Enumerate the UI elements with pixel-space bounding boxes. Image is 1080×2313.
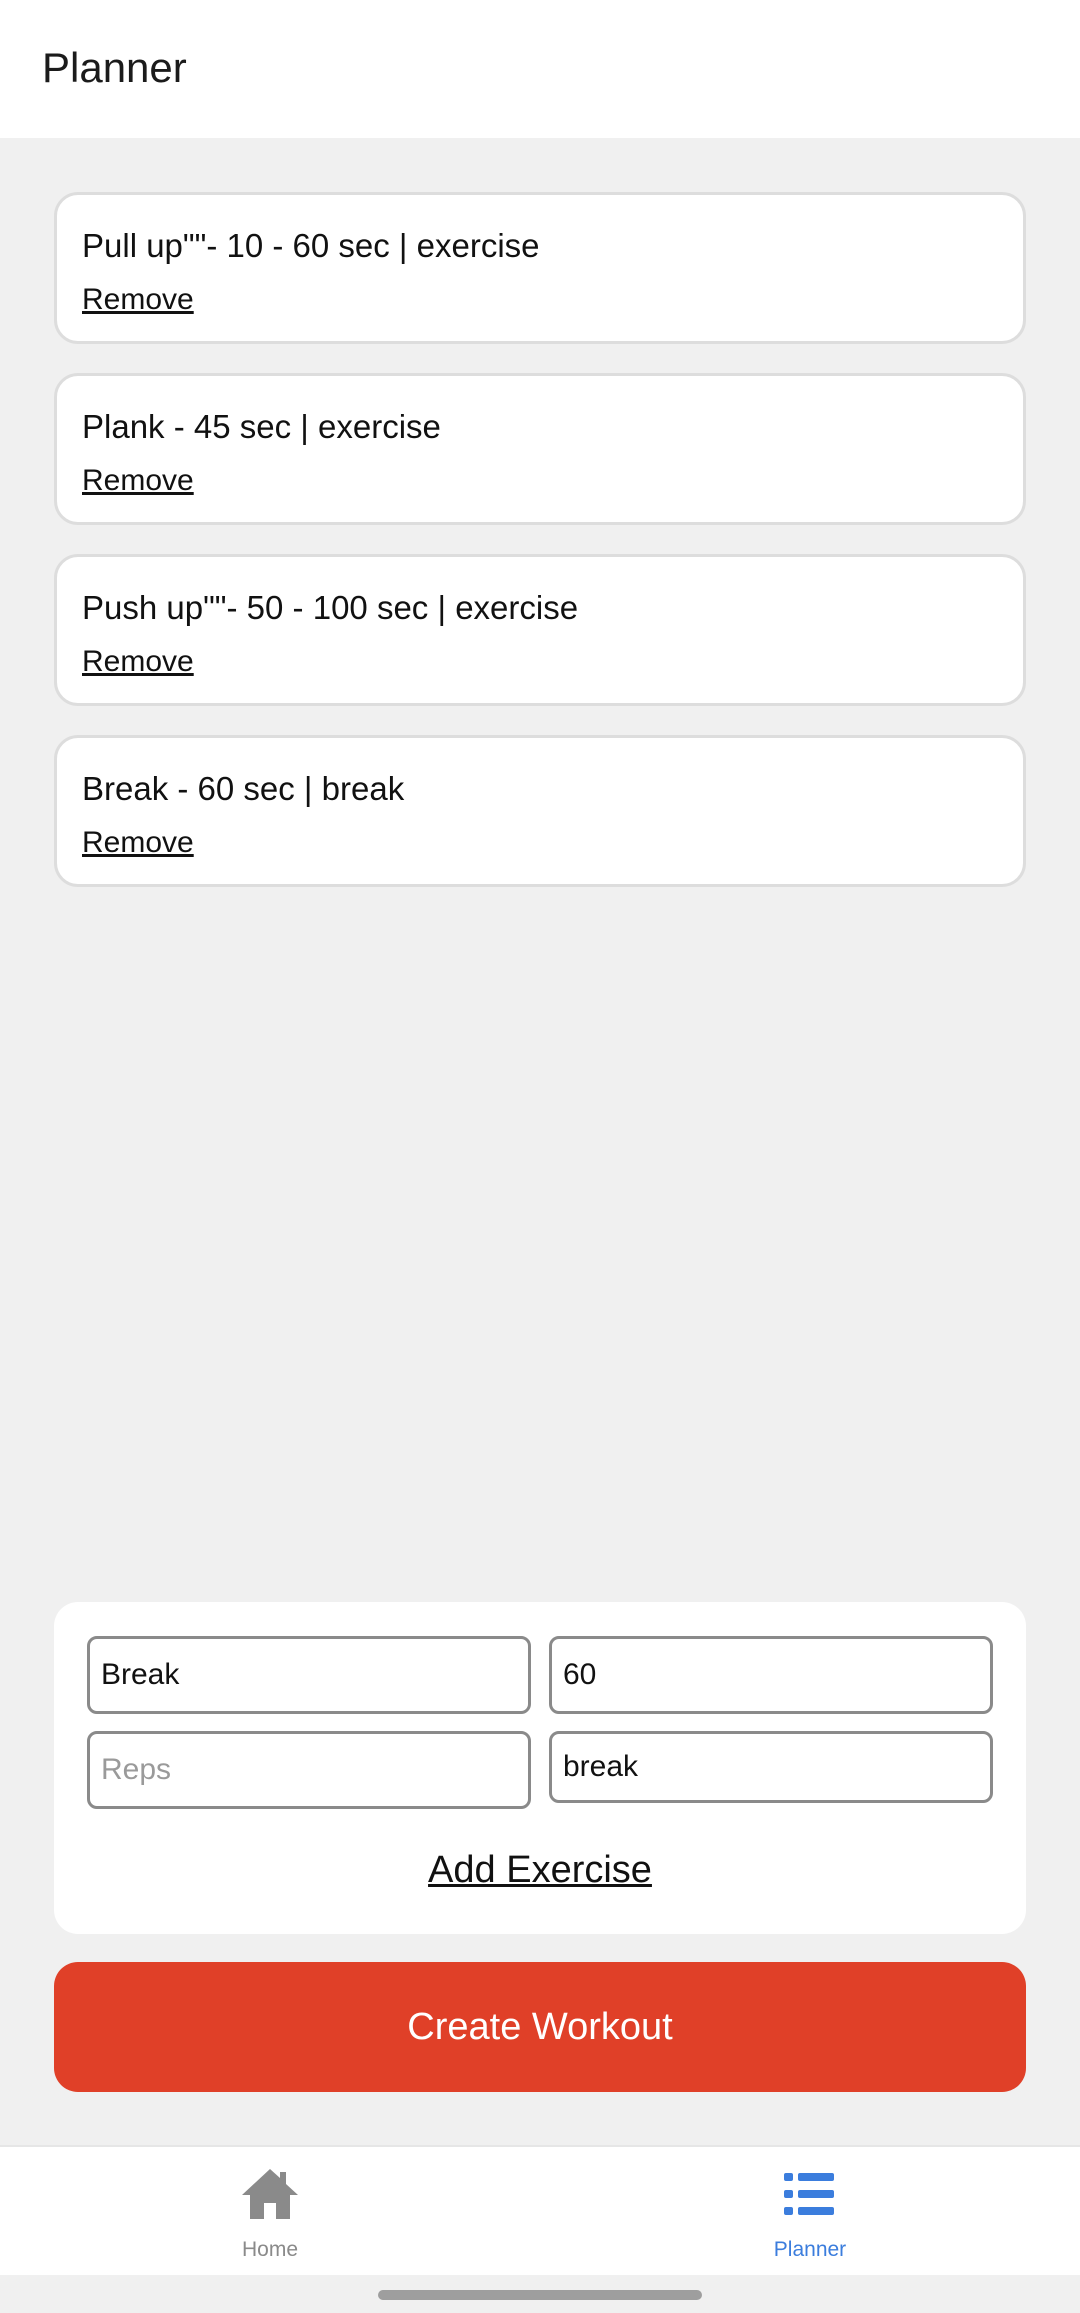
list-item: Push up""- 50 - 100 sec | exercise Remov… <box>54 554 1026 706</box>
exercise-text: Break - 60 sec | break <box>82 770 405 807</box>
bottom-tab-bar: Home Planner <box>0 2145 1080 2275</box>
exercise-text: Plank - 45 sec | exercise <box>82 408 441 445</box>
tab-home[interactable]: Home <box>0 2147 540 2277</box>
system-gesture-area <box>0 2275 1080 2313</box>
remove-link[interactable]: Remove <box>82 281 194 319</box>
exercise-text: Push up""- 50 - 100 sec | exercise <box>82 589 579 626</box>
list-item: Break - 60 sec | break Remove <box>54 735 1026 887</box>
list-item: Pull up""- 10 - 60 sec | exercise Remove <box>54 192 1026 344</box>
duration-field[interactable] <box>549 1636 993 1714</box>
create-workout-button[interactable]: Create Workout <box>54 1962 1026 2092</box>
home-icon <box>242 2169 298 2219</box>
page-title: Planner <box>42 44 187 91</box>
list-item: Plank - 45 sec | exercise Remove <box>54 373 1026 525</box>
remove-link[interactable]: Remove <box>82 824 194 862</box>
add-exercise-form: Add Exercise <box>54 1602 1026 1934</box>
app-header: Planner <box>0 0 1080 138</box>
home-indicator[interactable] <box>378 2290 702 2300</box>
remove-link[interactable]: Remove <box>82 462 194 500</box>
exercise-name-field[interactable] <box>87 1636 531 1714</box>
type-field[interactable] <box>549 1731 993 1803</box>
exercise-text: Pull up""- 10 - 60 sec | exercise <box>82 227 540 264</box>
reps-field[interactable] <box>87 1731 531 1809</box>
tab-planner[interactable]: Planner <box>540 2147 1080 2277</box>
remove-link[interactable]: Remove <box>82 643 194 681</box>
tab-home-label: Home <box>241 2238 299 2261</box>
list-icon <box>784 2173 834 2215</box>
tab-planner-label: Planner <box>773 2238 847 2261</box>
add-exercise-button[interactable]: Add Exercise <box>54 1846 1026 1894</box>
